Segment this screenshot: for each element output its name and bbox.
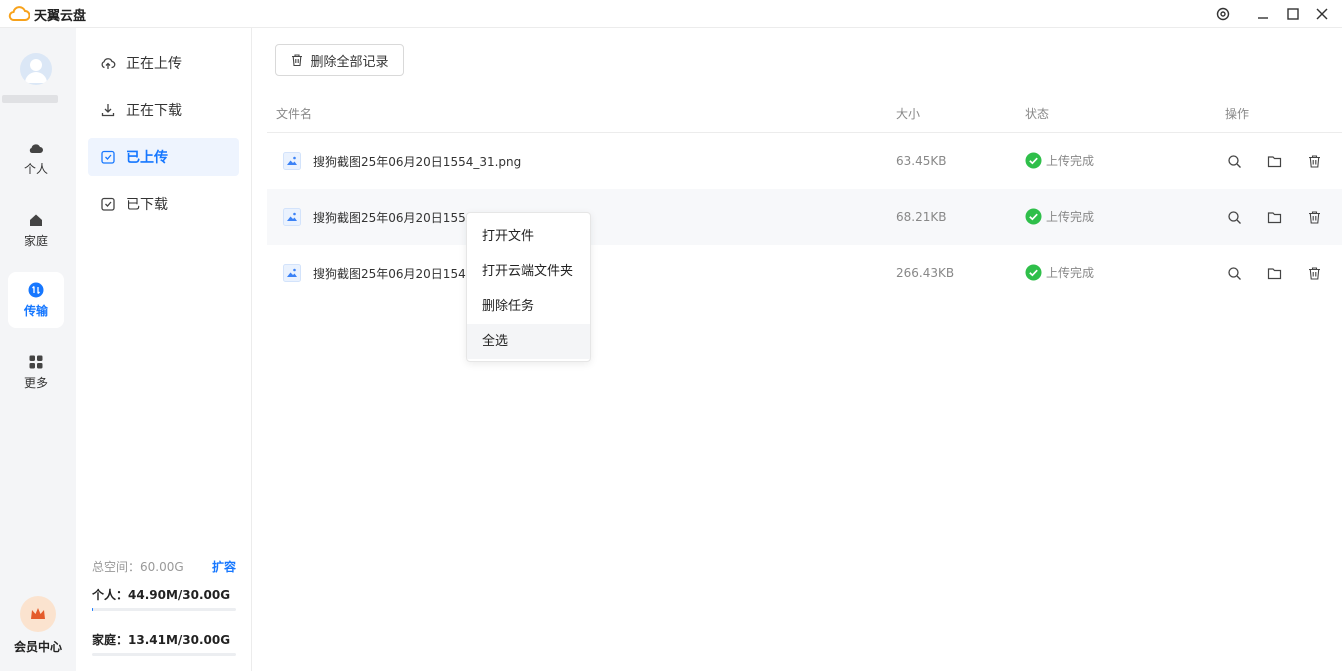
subnav-uploading[interactable]: 正在上传 bbox=[88, 44, 239, 82]
column-name[interactable]: 文件名 bbox=[276, 105, 312, 122]
nav-transfer[interactable]: 传输 bbox=[8, 272, 64, 328]
subnav-downloaded-label: 已下载 bbox=[126, 197, 168, 213]
title-bar: 天翼云盘 bbox=[0, 0, 1342, 28]
nav-transfer-label: 传输 bbox=[23, 303, 48, 318]
vip-center-label: 会员中心 bbox=[13, 640, 62, 654]
trash-icon[interactable] bbox=[1305, 208, 1323, 226]
table-row[interactable]: 搜狗截图25年06月20日1554 68.21KB 上传完成 bbox=[267, 189, 1342, 245]
uploaded-check-icon bbox=[101, 150, 115, 164]
subnav-uploaded-label: 已上传 bbox=[126, 150, 168, 166]
app-title: 天翼云盘 bbox=[34, 8, 87, 24]
expand-button[interactable]: 扩容 bbox=[212, 558, 236, 574]
image-file-icon bbox=[283, 264, 301, 282]
file-name: 搜狗截图25年06月20日1549 bbox=[313, 267, 474, 281]
main-content: 删除全部记录 文件名 大小 状态 操作 搜狗截图25年06月20日1554_31… bbox=[252, 28, 1342, 671]
search-icon[interactable] bbox=[1225, 264, 1243, 282]
status-badge: 上传完成 bbox=[1025, 264, 1094, 281]
subnav-downloaded[interactable]: 已下载 bbox=[88, 185, 239, 223]
subnav-uploading-label: 正在上传 bbox=[126, 56, 182, 72]
left-nav: 个人 家庭 传输 更多 会员中心 bbox=[0, 28, 76, 671]
nav-family-label: 家庭 bbox=[23, 233, 48, 248]
downloaded-check-icon bbox=[101, 197, 115, 211]
user-avatar-icon bbox=[25, 59, 47, 83]
family-usage-bar bbox=[92, 653, 236, 656]
maximize-icon[interactable] bbox=[1281, 3, 1305, 25]
nav-more[interactable]: 更多 bbox=[8, 344, 64, 400]
file-size: 266.43KB bbox=[896, 266, 955, 280]
family-usage: 家庭：13.41M/30.00G bbox=[92, 633, 231, 647]
delete-all-records-label: 删除全部记录 bbox=[310, 54, 389, 70]
home-icon bbox=[30, 214, 42, 226]
file-name: 搜狗截图25年06月20日1554 bbox=[313, 211, 474, 225]
search-icon[interactable] bbox=[1225, 152, 1243, 170]
grid-icon bbox=[29, 355, 43, 368]
search-icon[interactable] bbox=[1225, 208, 1243, 226]
status-badge: 上传完成 bbox=[1025, 152, 1094, 169]
status-badge: 上传完成 bbox=[1025, 208, 1094, 225]
total-space-label: 总空间：60.00G bbox=[92, 560, 184, 574]
storage-panel: 总空间：60.00G 扩容 个人：44.90M/30.00G 家庭：13.41M… bbox=[92, 558, 236, 656]
menu-delete-task[interactable]: 删除任务 bbox=[467, 289, 590, 324]
column-status[interactable]: 状态 bbox=[1025, 105, 1049, 122]
personal-usage: 个人：44.90M/30.00G bbox=[92, 588, 231, 602]
trash-icon[interactable] bbox=[1305, 264, 1323, 282]
column-size[interactable]: 大小 bbox=[896, 105, 920, 122]
close-icon[interactable] bbox=[1310, 3, 1334, 25]
delete-all-records-button[interactable]: 删除全部记录 bbox=[275, 44, 404, 76]
nav-personal[interactable]: 个人 bbox=[8, 130, 64, 186]
subnav-downloading-label: 正在下载 bbox=[126, 103, 182, 119]
transfer-subnav: 正在上传 正在下载 已上传 已下载 总空间：60.00G 扩容 个人：44.90… bbox=[76, 28, 252, 671]
file-size: 68.21KB bbox=[896, 210, 947, 224]
menu-select-all[interactable]: 全选 bbox=[467, 324, 590, 359]
vip-center[interactable]: 会员中心 bbox=[0, 596, 76, 655]
folder-icon[interactable] bbox=[1265, 152, 1283, 170]
status-text: 上传完成 bbox=[1046, 154, 1095, 168]
table-row[interactable]: 搜狗截图25年06月20日1549 266.43KB 上传完成 bbox=[267, 245, 1342, 301]
success-check-icon bbox=[1025, 208, 1042, 225]
nav-personal-label: 个人 bbox=[23, 161, 48, 176]
subnav-uploaded[interactable]: 已上传 bbox=[88, 138, 239, 176]
status-text: 上传完成 bbox=[1046, 210, 1095, 224]
image-file-icon bbox=[283, 152, 301, 170]
context-menu: 打开文件 打开云端文件夹 删除任务 全选 bbox=[466, 212, 591, 362]
username-blurred bbox=[0, 92, 76, 104]
column-actions: 操作 bbox=[1225, 107, 1250, 121]
subnav-downloading[interactable]: 正在下载 bbox=[88, 91, 239, 129]
menu-open-cloud-folder[interactable]: 打开云端文件夹 bbox=[467, 254, 590, 289]
folder-icon[interactable] bbox=[1265, 264, 1283, 282]
menu-open-file[interactable]: 打开文件 bbox=[467, 219, 590, 254]
table-header: 文件名 大小 状态 操作 bbox=[267, 96, 1342, 133]
status-text: 上传完成 bbox=[1046, 266, 1095, 280]
crown-icon bbox=[20, 596, 56, 632]
nav-more-label: 更多 bbox=[23, 375, 48, 390]
trash-icon bbox=[292, 54, 303, 67]
transfer-icon bbox=[28, 282, 44, 297]
success-check-icon bbox=[1025, 152, 1042, 169]
download-icon bbox=[101, 104, 115, 117]
cloud-icon bbox=[29, 143, 43, 153]
nav-family[interactable]: 家庭 bbox=[8, 202, 64, 258]
avatar[interactable] bbox=[20, 53, 52, 85]
folder-icon[interactable] bbox=[1265, 208, 1283, 226]
minimize-icon[interactable] bbox=[1251, 3, 1275, 25]
app-logo: 天翼云盘 bbox=[8, 4, 86, 24]
upload-cloud-icon bbox=[101, 58, 116, 69]
file-name: 搜狗截图25年06月20日1554_31.png bbox=[313, 155, 522, 169]
trash-icon[interactable] bbox=[1305, 152, 1323, 170]
cloud-logo-icon bbox=[8, 6, 30, 21]
file-size: 63.45KB bbox=[896, 154, 947, 168]
table-row[interactable]: 搜狗截图25年06月20日1554_31.png 63.45KB 上传完成 bbox=[267, 133, 1342, 189]
success-check-icon bbox=[1025, 264, 1042, 281]
image-file-icon bbox=[283, 208, 301, 226]
personal-usage-bar bbox=[92, 608, 236, 611]
settings-icon[interactable] bbox=[1211, 3, 1235, 25]
